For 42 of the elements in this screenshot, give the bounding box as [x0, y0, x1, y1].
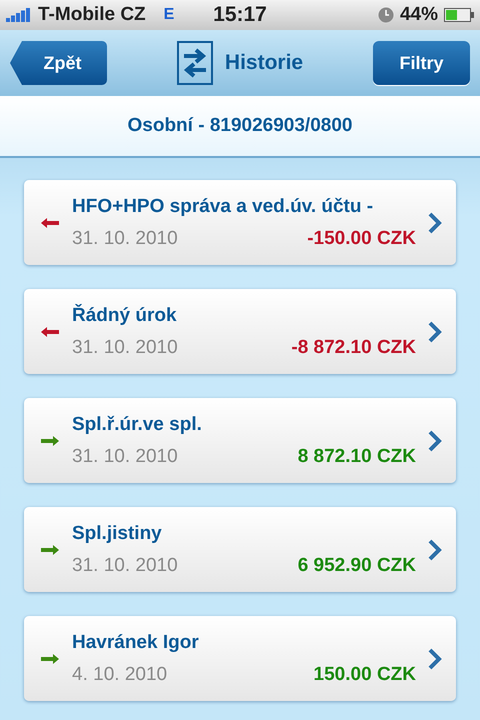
- transaction-date: 4. 10. 2010: [72, 664, 168, 686]
- transaction-card[interactable]: Řádný úrok 31. 10. 2010 -8 872.10 CZK: [24, 289, 456, 374]
- transaction-date: 31. 10. 2010: [72, 446, 178, 468]
- right-arrow-icon: [40, 652, 60, 664]
- back-button[interactable]: Zpět: [10, 41, 107, 85]
- battery-icon: [444, 8, 474, 22]
- transaction-title: Spl.jistiny: [72, 522, 163, 544]
- transaction-date: 31. 10. 2010: [72, 228, 178, 250]
- transaction-card[interactable]: Spl.jistiny 31. 10. 2010 6 952.90 CZK: [24, 507, 456, 592]
- network-type: E: [164, 6, 174, 24]
- transaction-card[interactable]: Havránek Igor 4. 10. 2010 150.00 CZK: [24, 616, 456, 701]
- transaction-date: 31. 10. 2010: [72, 554, 178, 576]
- swap-arrows-icon: [176, 41, 213, 85]
- chevron-icon: [428, 430, 442, 452]
- right-arrow-icon: [40, 544, 60, 556]
- filter-button[interactable]: Filtry: [373, 41, 470, 85]
- chevron-icon: [428, 648, 442, 670]
- signal-icon: [6, 8, 32, 22]
- clock-time: 15:17: [212, 3, 268, 27]
- chevron-icon: [428, 538, 442, 560]
- transaction-amount: 150.00 CZK: [314, 664, 416, 686]
- transaction-title: Řádný úrok: [72, 304, 178, 326]
- transaction-title: Spl.ř.úr.ve spl.: [72, 414, 203, 436]
- chevron-icon: [428, 320, 442, 342]
- chevron-icon: [428, 212, 442, 234]
- transaction-card[interactable]: Spl.ř.úr.ve spl. 31. 10. 2010 8 872.10 CZK: [24, 398, 456, 483]
- transaction-card[interactable]: HFO+HPO správa a ved.úv. účtu - 31. 10. 2010 -150.00 CZK: [24, 180, 456, 265]
- clock-icon: [378, 7, 394, 23]
- account-label: Osobní - 819026903/0800: [128, 115, 352, 137]
- battery-percent: 44%: [400, 4, 438, 26]
- transaction-amount: -8 872.10 CZK: [291, 336, 416, 358]
- transaction-amount: 8 872.10 CZK: [298, 446, 416, 468]
- left-arrow-icon: [40, 216, 60, 228]
- carrier-name: T-Mobile CZ: [38, 4, 146, 26]
- left-arrow-icon: [40, 326, 60, 338]
- transaction-title: HFO+HPO správa a ved.úv. účtu -: [72, 196, 374, 218]
- transaction-date: 31. 10. 2010: [72, 336, 178, 358]
- screen-title: Historie: [224, 51, 304, 75]
- transaction-amount: -150.00 CZK: [307, 228, 416, 250]
- transaction-amount: 6 952.90 CZK: [298, 554, 416, 576]
- right-arrow-icon: [40, 434, 60, 446]
- transaction-title: Havránek Igor: [72, 632, 200, 654]
